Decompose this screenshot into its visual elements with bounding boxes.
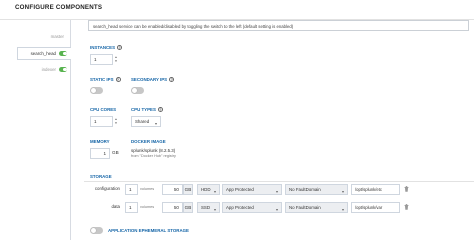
configuration-volume-count-input[interactable]: 1 (125, 184, 138, 195)
storage-divider (84, 181, 474, 182)
question-circle-icon[interactable]: ? (115, 77, 121, 82)
chevron-down-icon: ▾ (213, 206, 216, 212)
volume-count-unit: volumes (140, 205, 155, 209)
ephemeral-storage-label-text: APPLICATION EPHEMERAL STORAGE (108, 228, 189, 233)
trash-icon[interactable] (404, 186, 409, 192)
fault-domain-value: No FaultDomain (289, 205, 321, 210)
disk-type-value: HDD (201, 187, 211, 192)
configuration-disk-type-select[interactable]: HDD ▾ (197, 184, 220, 195)
component-sidebar: master search_head indexer (17, 20, 71, 240)
cpu-cores-value: 1 (94, 119, 97, 124)
instances-input[interactable]: 1 (90, 54, 113, 65)
chevron-down-icon: ▾ (275, 188, 278, 194)
secondary-ips-label-text: SECONDARY IPS (131, 77, 168, 82)
sidebar-item-label: search_head (30, 51, 56, 56)
mount-path-value: /opt/splunk/etc (355, 187, 383, 192)
component-config-panel: search_head service can be enabled/disab… (84, 20, 474, 240)
docker-image-label-text: DOCKER IMAGE (131, 139, 166, 144)
data-mount-path-input[interactable]: /opt/splunk/var (351, 202, 400, 213)
size-value: 50 (173, 205, 179, 210)
storage-row-name: data (111, 204, 120, 209)
data-protection-select[interactable]: App Protected ▾ (222, 202, 282, 213)
search-head-enable-toggle[interactable] (59, 51, 67, 56)
cpu-cores-stepper[interactable]: ▲ ▼ (114, 116, 118, 127)
page-title: CONFIGURE COMPONENTS (15, 4, 103, 11)
size-unit: GB (183, 184, 193, 195)
cpu-cores-input[interactable]: 1 (90, 116, 113, 127)
size-unit: GB (183, 202, 193, 213)
cpu-types-label: CPU TYPES ? (131, 107, 163, 112)
cpu-types-value: Shared (135, 119, 150, 124)
cpu-cores-label: CPU CORES (90, 107, 116, 112)
docker-image-label: DOCKER IMAGE (131, 139, 166, 144)
size-value: 50 (173, 187, 179, 192)
storage-label-text: STORAGE (90, 174, 112, 179)
indexer-enable-toggle[interactable] (59, 67, 67, 72)
question-circle-icon[interactable]: ? (157, 107, 163, 112)
data-size-input[interactable]: 50 (162, 202, 183, 213)
configuration-mount-path-input[interactable]: /opt/splunk/etc (351, 184, 400, 195)
sidebar-item-label: indexer (41, 67, 56, 72)
volume-count-value: 1 (129, 187, 132, 192)
static-ips-toggle[interactable] (90, 87, 103, 94)
chevron-down-icon: ▾ (154, 120, 157, 126)
instances-stepper[interactable]: ▲ ▼ (114, 54, 118, 65)
static-ips-label: STATIC IPS ? (90, 77, 121, 82)
sidebar-item-label: master (50, 34, 64, 39)
static-ips-label-text: STATIC IPS (90, 77, 114, 82)
data-fault-domain-select[interactable]: No FaultDomain ▾ (285, 202, 348, 213)
disk-type-value: SSD (201, 205, 211, 210)
question-circle-icon[interactable]: ? (169, 77, 175, 82)
configuration-protection-select[interactable]: App Protected ▾ (222, 184, 282, 195)
docker-image-name: splunk/splunk (8.2.5.3) (131, 148, 176, 153)
instances-label-text: INSTANCES (90, 45, 116, 50)
configure-components-page: CONFIGURE COMPONENTS master search_head … (0, 0, 474, 240)
memory-value: 1 (103, 151, 106, 156)
data-disk-type-select[interactable]: SSD ▾ (197, 202, 220, 213)
sidebar-item-search-head[interactable]: search_head (17, 47, 71, 60)
storage-row-name: configuration (94, 186, 120, 191)
mount-path-value: /opt/splunk/var (355, 205, 383, 210)
instances-label: INSTANCES ? (90, 45, 123, 50)
chevron-down-icon: ▾ (275, 206, 278, 212)
question-circle-icon[interactable]: ? (117, 45, 123, 50)
configuration-size-input[interactable]: 50 (162, 184, 183, 195)
secondary-ips-label: SECONDARY IPS ? (131, 77, 175, 82)
cpu-types-select[interactable]: Shared ▾ (131, 116, 161, 127)
instances-value: 1 (94, 57, 97, 62)
ephemeral-storage-toggle[interactable] (90, 227, 103, 234)
secondary-ips-toggle[interactable] (131, 87, 144, 94)
memory-input[interactable]: 1 (90, 148, 110, 159)
cpu-types-label-text: CPU TYPES (131, 107, 156, 112)
sidebar-item-master[interactable]: master (17, 30, 71, 43)
cpu-cores-label-text: CPU CORES (90, 107, 117, 112)
configuration-fault-domain-select[interactable]: No FaultDomain ▾ (285, 184, 348, 195)
ephemeral-storage-label: APPLICATION EPHEMERAL STORAGE (108, 228, 189, 233)
memory-label: MEMORY (90, 139, 110, 144)
data-volume-count-input[interactable]: 1 (125, 202, 138, 213)
trash-icon[interactable] (404, 204, 409, 210)
chevron-down-icon: ▾ (341, 188, 344, 194)
sidebar-item-indexer[interactable]: indexer (17, 63, 71, 76)
chevron-down-icon: ▾ (341, 206, 344, 212)
memory-label-text: MEMORY (90, 139, 110, 144)
fault-domain-value: No FaultDomain (289, 187, 321, 192)
docker-image-source: from "Docker Hub" registry (131, 154, 176, 158)
chevron-down-icon: ▾ (213, 188, 216, 194)
storage-label: STORAGE (90, 174, 112, 179)
protection-value: App Protected (226, 205, 254, 210)
volume-count-value: 1 (129, 205, 132, 210)
protection-value: App Protected (226, 187, 254, 192)
volume-count-unit: volumes (140, 187, 155, 191)
info-message: search_head service can be enabled/disab… (88, 20, 469, 31)
memory-unit: GB (112, 150, 119, 155)
